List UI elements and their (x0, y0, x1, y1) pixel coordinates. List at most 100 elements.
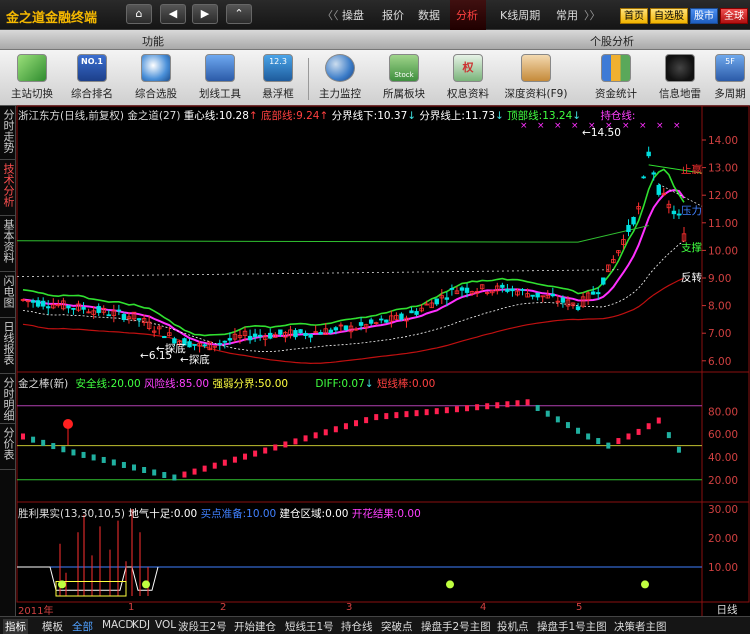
support-label: 支撑 (681, 242, 702, 254)
date-tick-1: 1 (128, 602, 135, 613)
jinzhibang-bar (41, 439, 46, 446)
jinzhibang-bar (182, 471, 187, 478)
jinzhibang-bar (202, 465, 207, 472)
candlesticks (20, 146, 687, 353)
candle-body (257, 334, 263, 337)
candle-body (217, 343, 222, 345)
date-axis: 2011年 1 2 3 4 5 (16, 602, 702, 617)
jinzhibang-bar (626, 433, 631, 440)
candle-body (500, 284, 505, 288)
jinzhibang-bar (212, 462, 217, 469)
divider-high-value: 11.73 (464, 110, 496, 122)
build-zone-label: 建仓区域: (279, 508, 326, 520)
chart-canvas[interactable]: × × × × × × × × × × 80.0060.0040.0020.00 30.0020.… (0, 0, 750, 634)
candle-body (560, 297, 566, 303)
candle-body (278, 329, 283, 335)
candle-body (646, 151, 651, 157)
jinzhibang-bar (656, 417, 661, 424)
divider-high-arrow: ↓ (495, 110, 504, 122)
divider-low-label: 分界线下: (331, 110, 378, 122)
tab-position-line[interactable]: 持仓线 (341, 619, 373, 634)
short-bar-label: 短线棒: (376, 378, 412, 390)
jinzhibang-bar (303, 435, 308, 442)
jinzhibang-bar (606, 442, 611, 449)
tab-trader-1-main[interactable]: 操盘手1号主图 (537, 619, 607, 634)
tab-short-king-1[interactable]: 短线王1号 (285, 619, 334, 634)
magenta-ma-line (22, 188, 685, 346)
candle-body (414, 311, 419, 315)
position-marker: × (673, 121, 681, 131)
jinzhibang-bar (333, 426, 338, 433)
chart-frame (16, 105, 750, 616)
sub1-tick-label: 40.00 (708, 452, 738, 464)
jinzhibang-bar (465, 405, 470, 412)
tab-decision-main[interactable]: 决策者主图 (614, 619, 667, 634)
jinzhibang-bar (495, 402, 500, 409)
earth-qi-value: 0.00 (173, 508, 198, 520)
jinzhibang-bar (101, 456, 106, 463)
period-label[interactable]: 日线 (704, 602, 750, 617)
candle-body (505, 288, 510, 292)
bottom-line-value: 9.24 (296, 110, 320, 122)
bottom-line-label: 底部线: (261, 110, 297, 122)
safe-line-label: 安全线: (75, 378, 111, 390)
jinzhibang-bar (576, 427, 581, 434)
candle-body (631, 216, 636, 225)
candle-body (81, 306, 86, 310)
candle-body (535, 292, 540, 298)
tab-band-king-2[interactable]: 波段王2号 (178, 619, 227, 634)
tab-trader-2-main[interactable]: 操盘手2号主图 (421, 619, 491, 634)
tab-start-build[interactable]: 开始建仓 (234, 619, 276, 634)
tab-indicator[interactable]: 指标 (3, 619, 28, 634)
jinzhibang-bar (21, 433, 25, 440)
candle-body (202, 344, 207, 347)
candle-body (96, 306, 101, 313)
candle-body (227, 338, 233, 341)
jinzhibang-bar (71, 449, 76, 456)
indicator-name: 金之道(27) (127, 110, 181, 122)
candle-body (30, 300, 36, 303)
bloom-label: 开花结果: (351, 508, 398, 520)
date-tick-5: 5 (576, 602, 583, 613)
candle-body (409, 310, 414, 314)
tab-kdj[interactable]: KDJ (132, 619, 150, 631)
main-info-line: 浙江东方(日线,前复权) 金之道(27) 重心线:10.28↑ 底部线:9.24… (18, 108, 635, 123)
candle-body (530, 294, 535, 297)
jinzhibang-bar (384, 413, 389, 420)
candle-body (298, 329, 303, 334)
jinzhibang-bar (51, 443, 56, 450)
jinzhibang-bar (283, 441, 288, 448)
candle-body (590, 291, 596, 295)
tab-speculation[interactable]: 投机点 (497, 619, 529, 634)
jinzhibang-bar (364, 417, 369, 424)
tab-macd[interactable]: MACD (102, 619, 133, 631)
tab-breakout[interactable]: 突破点 (381, 619, 413, 634)
risk-line-label: 风险线: (144, 378, 180, 390)
date-tick-3: 3 (346, 602, 353, 613)
panel-border-0 (16, 105, 750, 373)
jinzhibang-bar (676, 446, 681, 453)
sub2-tick-label: 20.00 (708, 533, 738, 545)
tab-vol[interactable]: VOL (155, 619, 176, 631)
candle-body (550, 293, 556, 297)
sub1-tick-label: 60.00 (708, 429, 738, 441)
y-tick-label: 7.00 (708, 328, 731, 340)
jinzhibang-bar (616, 438, 621, 445)
candle-body (66, 305, 71, 309)
candle-body (328, 329, 333, 333)
jinzhibang-bar (646, 423, 651, 430)
strength-divider-label: 强弱分界: (212, 378, 258, 390)
center-line-arrow: ↑ (248, 110, 258, 122)
tab-all[interactable]: 全部 (72, 619, 93, 634)
earth-qi-label: 地气十足: (128, 508, 174, 520)
jinzhibang-bar (253, 450, 258, 457)
jinzhibang-bar (172, 474, 177, 481)
candle-body (116, 309, 122, 312)
tab-template[interactable]: 模板 (42, 619, 63, 634)
jinzhibang-bar (81, 451, 86, 458)
jinzhibang-bar (475, 404, 480, 411)
y-tick-label: 11.00 (708, 218, 738, 230)
candle-body (358, 322, 364, 326)
candle-body (626, 224, 631, 232)
jinzhibang-bar (555, 416, 560, 423)
